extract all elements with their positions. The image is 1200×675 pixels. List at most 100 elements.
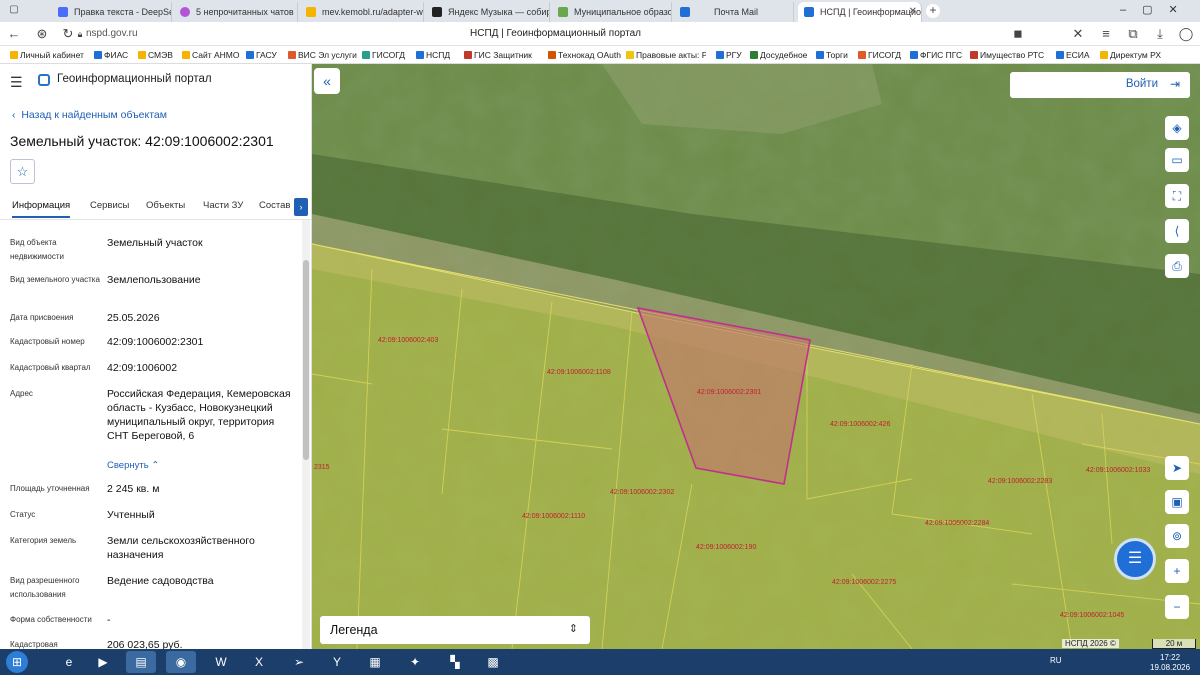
back-arrow-icon[interactable]: ← [6, 26, 22, 42]
app-icon[interactable]: ▩ [478, 651, 508, 673]
start-button-icon[interactable]: ⊞ [6, 651, 28, 673]
parcel-label: 42:09:1006002:2301 [697, 389, 761, 396]
download-icon[interactable]: ⤓ [1152, 26, 1168, 42]
browser-tab[interactable]: 5 непрочитанных чатов [174, 2, 298, 22]
bookmark-item[interactable]: Сайт АНМО [182, 46, 239, 64]
select-area-icon[interactable]: ⛶ [1165, 184, 1189, 208]
sidebar-scrollbar[interactable] [302, 220, 310, 649]
zoom-out-button[interactable]: − [1165, 595, 1189, 619]
bookmark-item[interactable]: Правовые акты: Р [626, 46, 706, 64]
bookmark-item[interactable]: ВИС Эл услуги [288, 46, 357, 64]
parcel-label: 42:09:1006002:2302 [610, 489, 674, 496]
extension-icon[interactable]: ⊛ [34, 26, 50, 42]
tab-composition[interactable]: Состав [259, 200, 293, 211]
tab-parts[interactable]: Части ЗУ [203, 200, 243, 211]
bookmark-item[interactable]: ФГИС ПГС [910, 46, 962, 64]
favorite-star-icon[interactable]: ☆ [10, 159, 35, 184]
chevron-updown-icon: ⇕ [568, 623, 578, 635]
bookmarks-bar: Личный кабинет ФИАС СМЭВ Сайт АНМО ГАСУ … [0, 46, 1200, 64]
tab-close-icon[interactable]: ✕ [909, 2, 917, 22]
bookmark-icon[interactable]: ◼ [1010, 26, 1026, 42]
basemap-icon[interactable]: ▣ [1165, 490, 1189, 514]
tab-label: Яндекс Музыка — собир [448, 7, 550, 17]
tab-label: Муниципальное образо [574, 7, 672, 17]
window-controls[interactable]: –▢✕ [1120, 3, 1194, 16]
bookmark-item[interactable]: ГИСОГД [858, 46, 901, 64]
login-button[interactable]: Войти ⇥ [1010, 72, 1190, 98]
bookmark-item[interactable]: Технокад OAuth [548, 46, 621, 64]
word-icon[interactable]: W [206, 651, 236, 673]
ruler-icon[interactable]: ▭ [1165, 148, 1189, 172]
chrome-icon[interactable]: ◉ [166, 651, 196, 673]
portal-logo-icon [38, 74, 50, 86]
browser-tab[interactable]: Муниципальное образо [552, 2, 672, 22]
bookmark-item[interactable]: РГУ [716, 46, 742, 64]
legend-dropdown[interactable]: Легенда ⇕ [320, 616, 590, 644]
bookmark-item[interactable]: ФИАС [94, 46, 128, 64]
media-player-icon[interactable]: ▶ [88, 651, 118, 673]
new-tab-button[interactable]: + [926, 4, 940, 18]
bookmark-item[interactable]: Торги [816, 46, 848, 64]
browser-tab[interactable]: Яндекс Музыка — собир [426, 2, 550, 22]
app-icon[interactable]: ▚ [440, 651, 470, 673]
chat-support-button[interactable]: ☰ [1114, 538, 1156, 580]
clock-time: 17:22 [1160, 653, 1181, 662]
tab-favicon-icon [432, 7, 442, 17]
rotate-icon[interactable]: ⊚ [1165, 524, 1189, 548]
tab-objects[interactable]: Объекты [146, 200, 185, 211]
keyboard-language[interactable]: RU [1050, 656, 1062, 665]
browser-tab-bar: Правка текста - DeepSee 5 непрочитанных … [0, 0, 1200, 22]
bookmark-item[interactable]: ГАСУ [246, 46, 277, 64]
bookmark-item[interactable]: Имущество РТС [970, 46, 1044, 64]
tab-label: Почта Mail [714, 7, 758, 17]
tab-search-icon[interactable]: ▢ [4, 4, 24, 18]
tabs-next-icon[interactable]: › [294, 198, 308, 216]
browser-tab[interactable]: Почта Mail [674, 2, 794, 22]
tab-services[interactable]: Сервисы [90, 200, 129, 211]
property-label: Площадь уточненная [10, 484, 90, 493]
folder-icon[interactable]: ▦ [360, 651, 390, 673]
menu-icon[interactable]: ≡ [1098, 26, 1114, 42]
browser-tab[interactable]: Правка текста - DeepSee [52, 2, 172, 22]
extension-icon[interactable]: ✕ [1070, 26, 1086, 42]
zoom-in-button[interactable]: + [1165, 559, 1189, 583]
taskbar-clock[interactable]: 17:22 19.08.2026 [1150, 653, 1190, 673]
map-view[interactable]: 42:09:1006002:403 42:09:1006002:1108 42:… [312, 64, 1200, 649]
scrollbar-thumb[interactable] [303, 260, 309, 460]
object-sidebar: ☰ Геоинформационный портал ‹ Назад к най… [0, 64, 312, 649]
bookmark-item[interactable]: Личный кабинет [10, 46, 84, 64]
print-icon[interactable]: ⎙ [1165, 254, 1189, 278]
share-icon[interactable]: ⧉ [1125, 26, 1141, 42]
app-title: Геоинформационный портал [57, 73, 212, 85]
geolocation-icon[interactable]: ➤ [1165, 456, 1189, 480]
collapse-panel-button[interactable]: « [314, 68, 340, 94]
bookmark-item[interactable]: НСПД [416, 46, 450, 64]
layers-icon[interactable]: ◈ [1165, 116, 1189, 140]
file-explorer-icon[interactable]: ▤ [126, 651, 156, 673]
bookmark-item[interactable]: Директум РХ [1100, 46, 1161, 64]
object-title: Земельный участок: 42:09:1006002:2301 [10, 133, 274, 149]
bookmark-item[interactable]: ГИСОГД [362, 46, 405, 64]
excel-icon[interactable]: X [244, 651, 274, 673]
bookmark-item[interactable]: ГИС Защитник [464, 46, 548, 64]
telegram-icon[interactable]: ➢ [284, 651, 314, 673]
tab-information[interactable]: Информация [12, 200, 71, 218]
property-label: Дата присвоения [10, 313, 74, 322]
internet-explorer-icon[interactable]: e [54, 651, 84, 673]
profile-icon[interactable]: ◯ [1178, 26, 1194, 42]
hamburger-menu-icon[interactable]: ☰ [10, 74, 23, 91]
back-to-results-link[interactable]: ‹ Назад к найденным объектам [12, 109, 167, 121]
bookmark-item[interactable]: Досудебное [750, 46, 807, 64]
share-icon[interactable]: ⟨ [1165, 219, 1189, 243]
app-icon[interactable]: ✦ [400, 651, 430, 673]
yandex-browser-icon[interactable]: Y [322, 651, 352, 673]
property-label: Статус [10, 510, 36, 519]
browser-tab-active[interactable]: НСПД | Геоинформацио ✕ [798, 2, 922, 22]
bookmark-item[interactable]: СМЭВ [138, 46, 173, 64]
url-input[interactable]: nspd.gov.ru [86, 26, 138, 42]
browser-tab[interactable]: mev.kemobl.ru/adapter-w [300, 2, 424, 22]
property-value: Ведение садоводства [107, 575, 214, 587]
bookmark-item[interactable]: ЕСИА [1056, 46, 1090, 64]
collapse-address-link[interactable]: Свернуть ⌃ [107, 460, 159, 471]
property-label: Форма собственности [10, 615, 92, 624]
